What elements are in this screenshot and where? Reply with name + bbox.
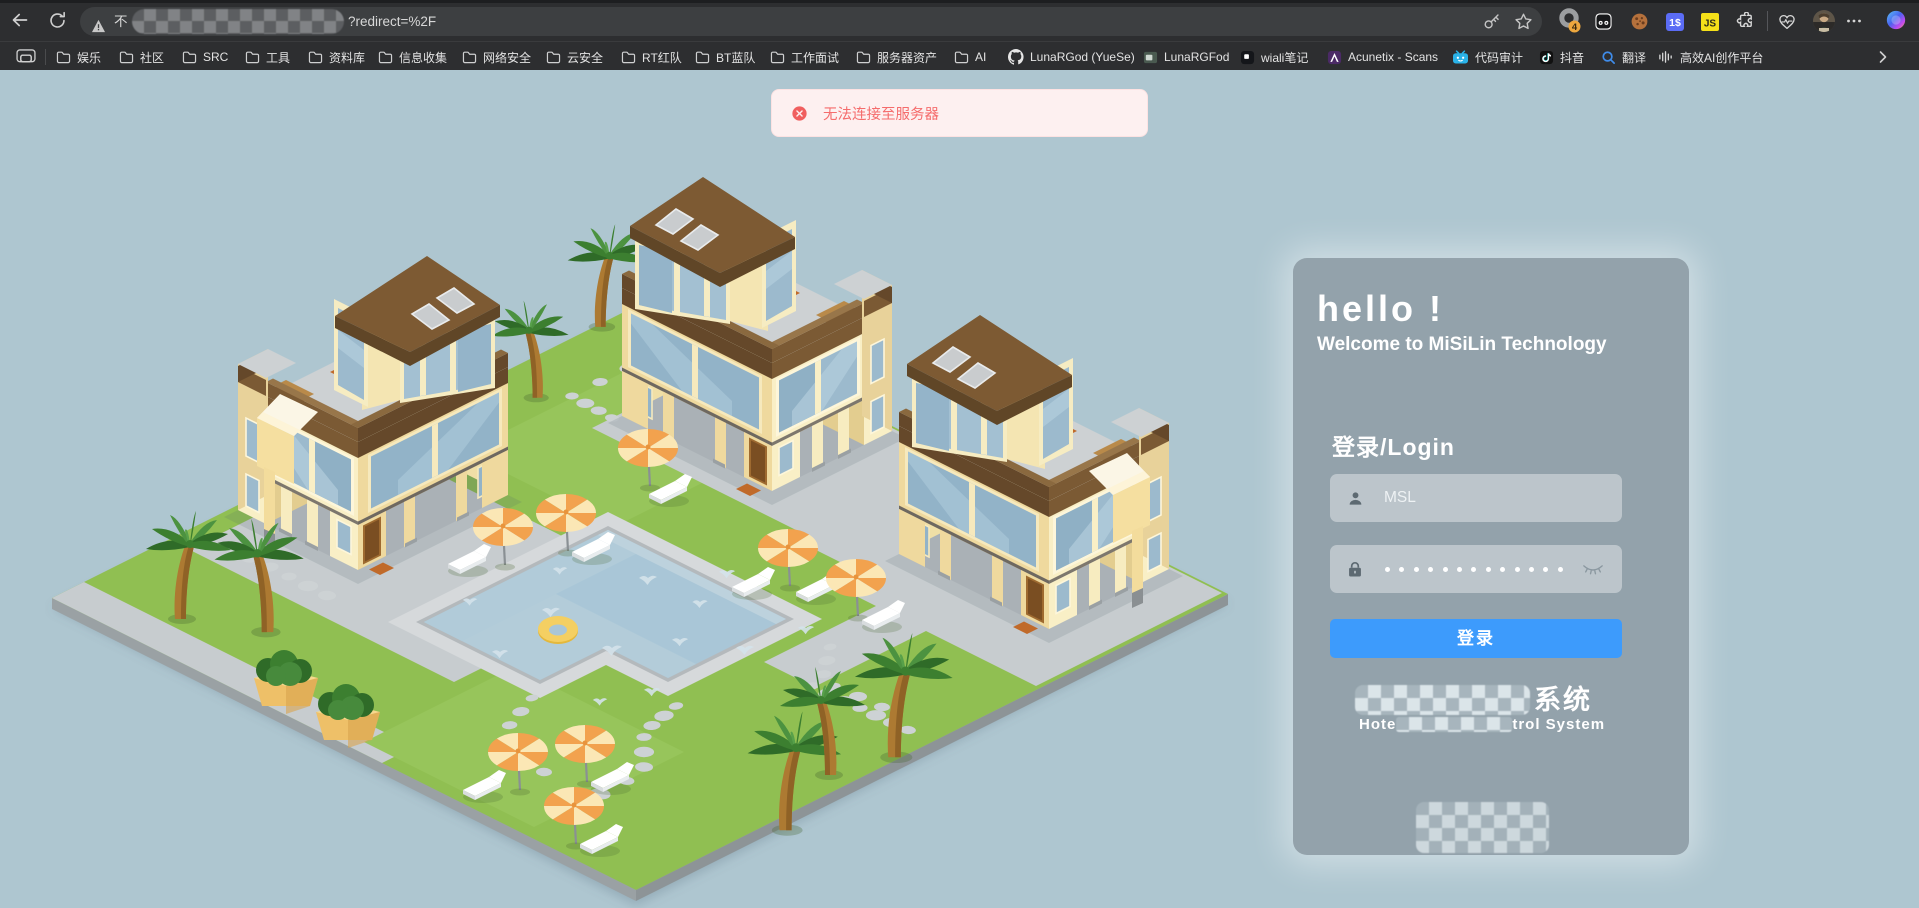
svg-text:JS: JS [1704,19,1717,30]
svg-text:1$: 1$ [1669,17,1681,29]
svg-text:4: 4 [1572,22,1578,33]
